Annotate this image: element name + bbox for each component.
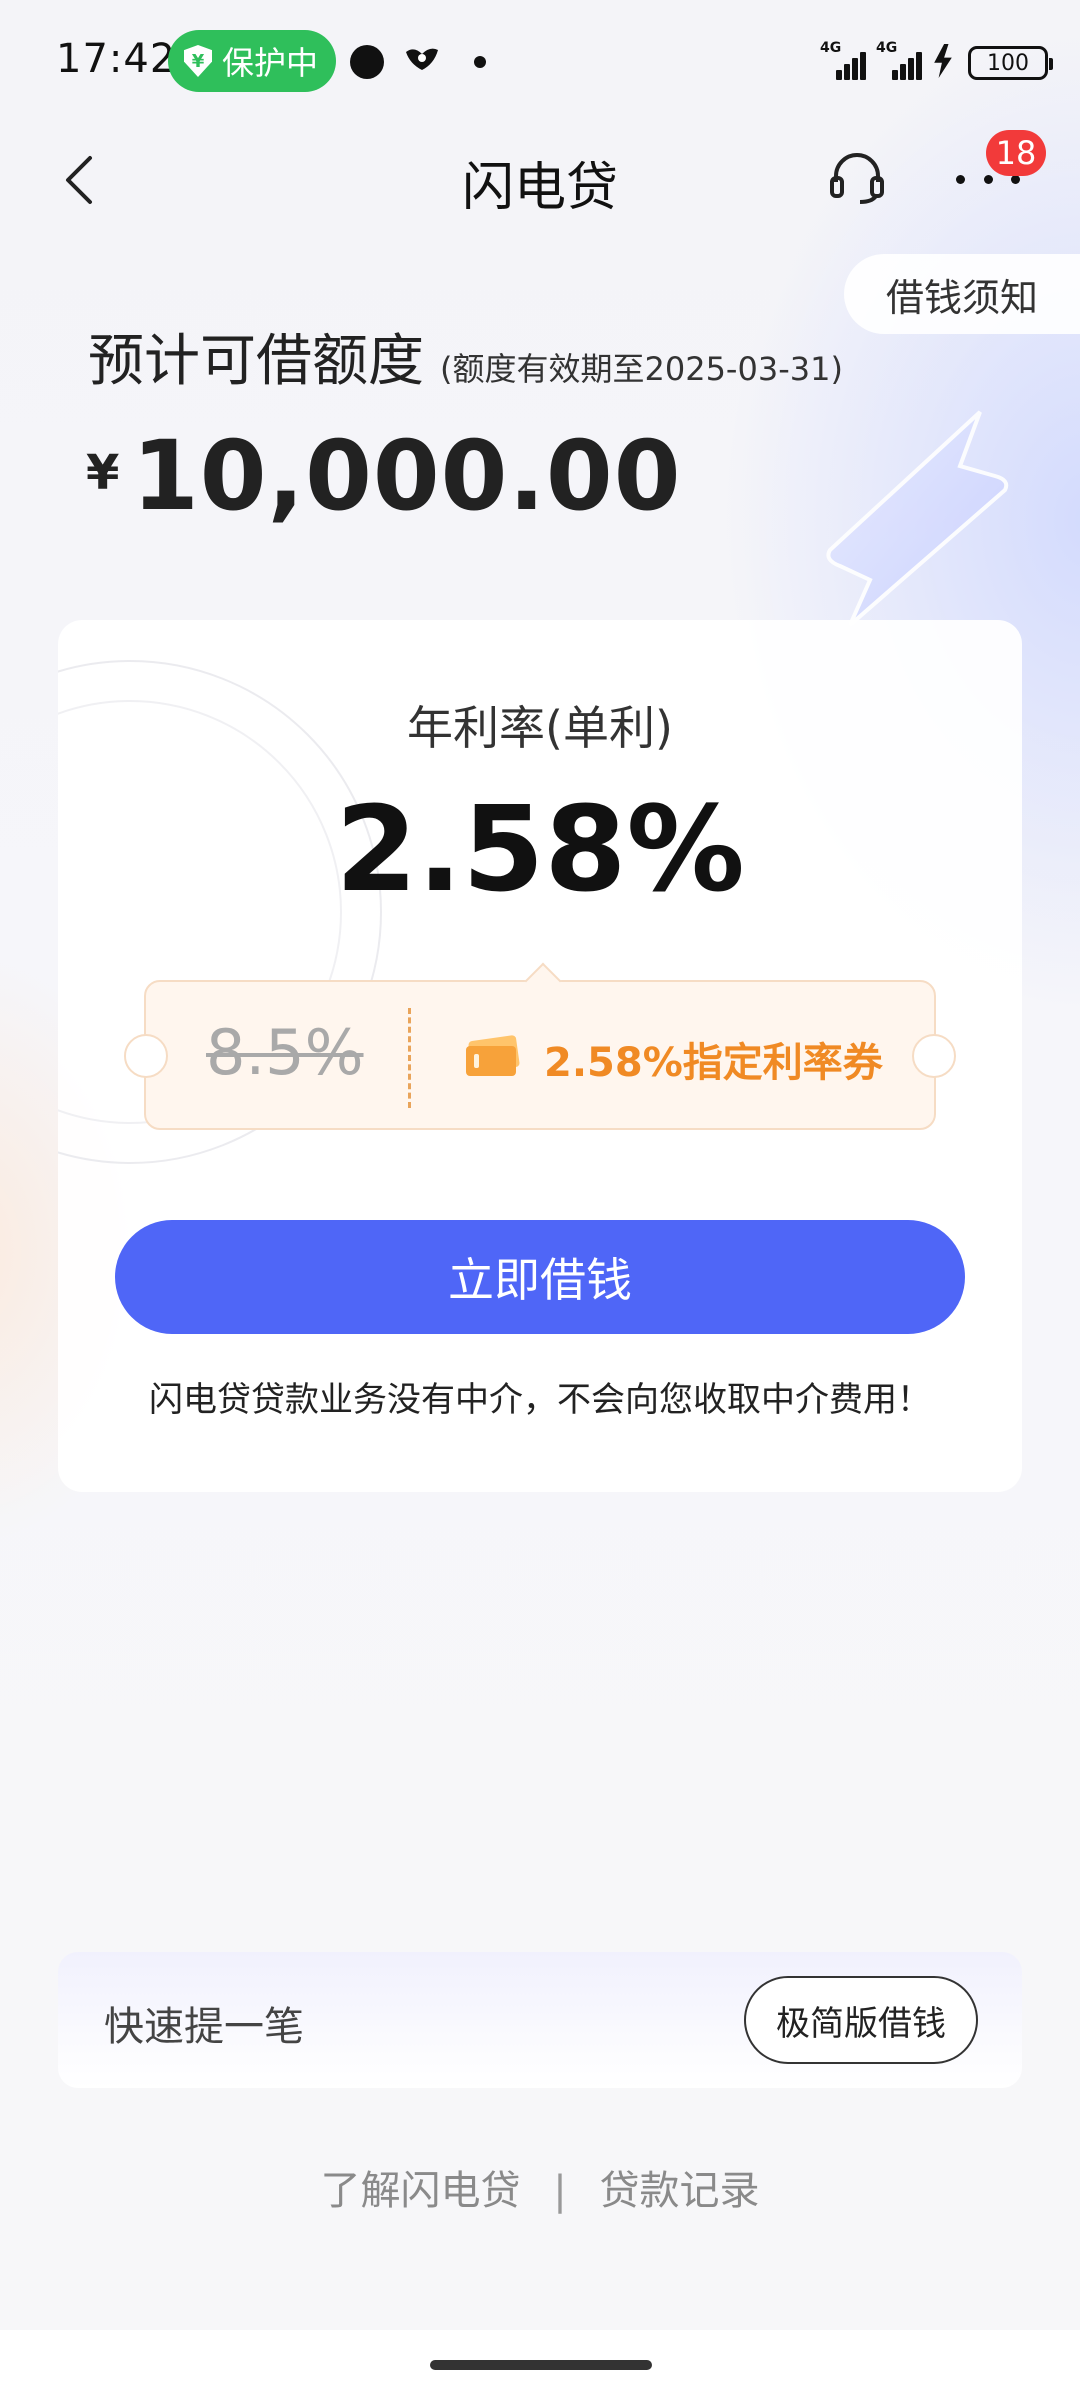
original-rate: 8.5% xyxy=(206,1016,364,1089)
coupon-divider xyxy=(408,1008,411,1108)
more-notifications-dot xyxy=(474,56,486,68)
status-bar: 17:42 ¥ 保护中 4G 4G 100 xyxy=(0,0,1080,120)
page-title: 闪电贷 xyxy=(461,158,618,218)
coupon-cut-left xyxy=(124,1034,168,1078)
coupon-cut-right xyxy=(912,1034,956,1078)
footer-links: 了解闪电贷 | 贷款记录 xyxy=(0,2158,1080,2216)
signal-strength-icon-1: 4G xyxy=(820,40,866,80)
loan-rate-card: 年利率(单利) 2.58% 8.5% 2.58%指定利率券 立即借钱 闪电贷贷款… xyxy=(58,620,1022,1492)
protection-status-pill[interactable]: ¥ 保护中 xyxy=(168,30,337,92)
rate-coupon[interactable]: 8.5% 2.58%指定利率券 xyxy=(124,962,956,1130)
headset-icon[interactable] xyxy=(828,148,886,206)
status-time: 17:42 xyxy=(56,36,177,82)
shield-icon: ¥ xyxy=(184,45,212,77)
credit-limit-heading: 预计可借额度 (额度有效期至2025-03-31) xyxy=(88,316,843,397)
bird-notification-icon xyxy=(406,48,438,70)
ticket-icon xyxy=(466,1035,520,1076)
borrowing-notice-tab[interactable]: 借钱须知 xyxy=(844,254,1080,334)
signal-label-2: 4G xyxy=(876,40,898,56)
message-count-badge: 18 xyxy=(986,130,1046,176)
simple-borrow-button[interactable]: 极简版借钱 xyxy=(744,1976,978,2064)
about-link[interactable]: 了解闪电贷 xyxy=(321,2168,521,2214)
signal-strength-icon-2: 4G xyxy=(876,40,922,80)
borrow-now-button[interactable]: 立即借钱 xyxy=(115,1220,965,1334)
annual-rate-value: 2.58% xyxy=(335,780,745,918)
credit-amount: 10,000.00 xyxy=(132,420,682,532)
coupon-pointer xyxy=(524,962,562,1000)
home-indicator[interactable] xyxy=(430,2360,652,2370)
annual-rate-label: 年利率(单利) xyxy=(407,701,673,755)
footer-separator: | xyxy=(553,2168,567,2214)
lightning-bolt-decoration-icon xyxy=(826,410,1009,627)
currency-symbol: ¥ xyxy=(86,445,120,501)
charging-icon xyxy=(934,44,952,78)
loan-records-link[interactable]: 贷款记录 xyxy=(599,2168,759,2214)
credit-limit-label: 预计可借额度 xyxy=(88,329,424,394)
battery-icon: 100 xyxy=(968,46,1053,80)
app-notification-icon xyxy=(350,45,384,79)
coupon-label: 2.58%指定利率券 xyxy=(544,1040,883,1086)
protection-label: 保护中 xyxy=(222,44,319,82)
quick-withdraw-card: 快速提一笔 极简版借钱 xyxy=(58,1952,1022,2088)
no-agent-disclaimer: 闪电贷贷款业务没有中介，不会向您收取中介费用！ xyxy=(149,1380,931,1420)
quick-withdraw-label: 快速提一笔 xyxy=(104,2004,304,2050)
signal-label-1: 4G xyxy=(820,40,842,56)
credit-validity-text: (额度有效期至2025-03-31) xyxy=(440,350,843,388)
battery-level: 100 xyxy=(987,50,1029,76)
